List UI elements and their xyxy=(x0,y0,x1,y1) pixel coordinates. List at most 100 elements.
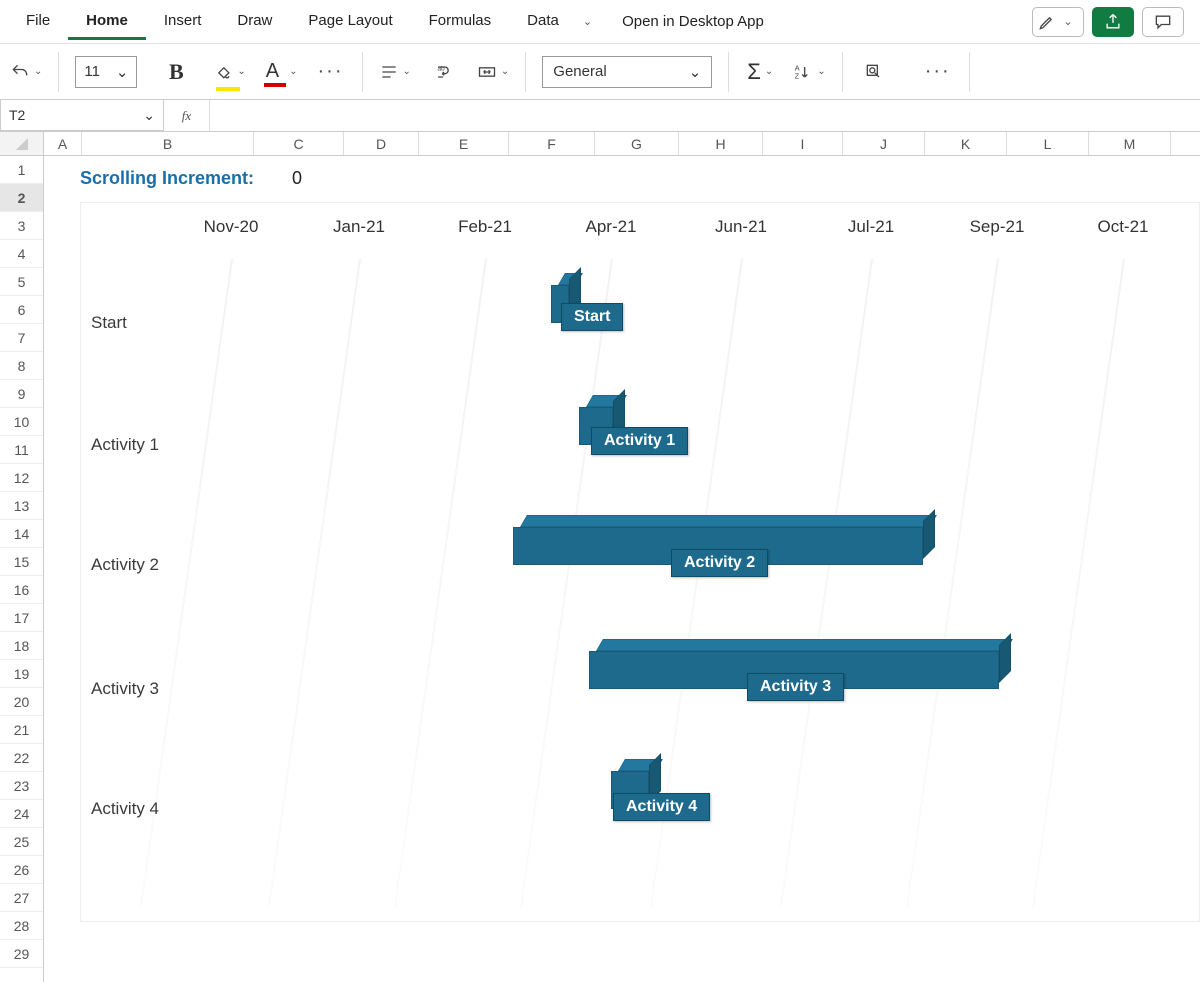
gantt-bar-label: Activity 1 xyxy=(591,427,688,455)
font-size-input[interactable]: 11 ⌄ xyxy=(75,56,137,88)
row-header-29[interactable]: 29 xyxy=(0,940,43,968)
chevron-down-icon[interactable]: ⌄ xyxy=(34,66,42,77)
col-header-I[interactable]: I xyxy=(763,132,843,155)
row-header-5[interactable]: 5 xyxy=(0,268,43,296)
chevron-down-icon[interactable]: ⌄ xyxy=(765,66,773,77)
ribbon-tabs: File Home Insert Draw Page Layout Formul… xyxy=(0,0,1200,44)
row-header-4[interactable]: 4 xyxy=(0,240,43,268)
col-header-A[interactable]: A xyxy=(44,132,82,155)
row-header-24[interactable]: 24 xyxy=(0,800,43,828)
separator xyxy=(58,52,59,92)
fx-label[interactable]: fx xyxy=(164,100,210,131)
col-header-G[interactable]: G xyxy=(595,132,679,155)
more-commands[interactable]: ··· xyxy=(923,55,953,89)
undo-button[interactable]: ⌄ xyxy=(10,55,42,89)
chevron-down-icon[interactable]: ⌄ xyxy=(237,66,245,77)
tab-home[interactable]: Home xyxy=(68,4,146,40)
row-header-8[interactable]: 8 xyxy=(0,352,43,380)
row-header-13[interactable]: 13 xyxy=(0,492,43,520)
row-header-6[interactable]: 6 xyxy=(0,296,43,324)
gantt-bar-label: Activity 3 xyxy=(747,673,844,701)
font-color-button[interactable]: A ⌄ xyxy=(266,55,298,89)
axis-tick-label: Oct-21 xyxy=(1097,217,1148,237)
chevron-down-icon[interactable]: ⌄ xyxy=(116,63,129,81)
row-header-16[interactable]: 16 xyxy=(0,576,43,604)
tab-file[interactable]: File xyxy=(8,4,68,40)
axis-tick-label: Nov-20 xyxy=(204,217,259,237)
find-button[interactable] xyxy=(859,55,889,89)
row-header-15[interactable]: 15 xyxy=(0,548,43,576)
share-button[interactable] xyxy=(1092,7,1134,37)
row-header-1[interactable]: 1 xyxy=(0,156,43,184)
row-header-25[interactable]: 25 xyxy=(0,828,43,856)
chevron-down-icon[interactable]: ⌄ xyxy=(143,107,155,124)
row-header-21[interactable]: 21 xyxy=(0,716,43,744)
ellipsis-icon: ··· xyxy=(925,60,951,83)
row-header-19[interactable]: 19 xyxy=(0,660,43,688)
autosum-button[interactable]: Σ ⌄ xyxy=(745,55,775,89)
chevron-down-icon[interactable]: ⌄ xyxy=(403,66,411,77)
row-header-3[interactable]: 3 xyxy=(0,212,43,240)
chevron-down-icon[interactable]: ⌄ xyxy=(817,66,825,77)
wrap-text-button[interactable]: ab xyxy=(429,55,459,89)
formula-bar-row: T2 ⌄ fx xyxy=(0,100,1200,132)
bold-icon: B xyxy=(169,59,184,85)
row-header-18[interactable]: 18 xyxy=(0,632,43,660)
column-headers: ABCDEFGHIJKLM xyxy=(44,132,1200,156)
row-header-27[interactable]: 27 xyxy=(0,884,43,912)
col-header-D[interactable]: D xyxy=(344,132,419,155)
row-header-22[interactable]: 22 xyxy=(0,744,43,772)
row-header-10[interactable]: 10 xyxy=(0,408,43,436)
tab-page-layout[interactable]: Page Layout xyxy=(290,4,410,40)
row-header-2[interactable]: 2 xyxy=(0,184,43,212)
gantt-bar-label: Activity 4 xyxy=(613,793,710,821)
col-header-J[interactable]: J xyxy=(843,132,925,155)
col-header-H[interactable]: H xyxy=(679,132,763,155)
row-header-12[interactable]: 12 xyxy=(0,464,43,492)
select-all-corner[interactable] xyxy=(0,132,44,156)
gridline xyxy=(394,259,487,907)
ellipsis-icon: ··· xyxy=(318,60,344,83)
tab-formulas[interactable]: Formulas xyxy=(411,4,510,40)
row-header-20[interactable]: 20 xyxy=(0,688,43,716)
col-header-C[interactable]: C xyxy=(254,132,344,155)
row-header-26[interactable]: 26 xyxy=(0,856,43,884)
gridline xyxy=(906,259,999,907)
formula-input[interactable] xyxy=(210,100,1200,131)
wrap-text-icon: ab xyxy=(434,62,454,82)
editing-mode-button[interactable]: ⌄ xyxy=(1032,7,1084,37)
alignment-button[interactable]: ⌄ xyxy=(379,55,411,89)
col-header-K[interactable]: K xyxy=(925,132,1007,155)
name-box[interactable]: T2 ⌄ xyxy=(0,100,164,131)
chevron-down-icon[interactable]: ⌄ xyxy=(289,66,297,77)
comments-button[interactable] xyxy=(1142,7,1184,37)
col-header-F[interactable]: F xyxy=(509,132,595,155)
row-header-17[interactable]: 17 xyxy=(0,604,43,632)
tab-data[interactable]: Data xyxy=(509,4,577,40)
chevron-down-icon[interactable]: ⌄ xyxy=(501,66,509,77)
tab-insert[interactable]: Insert xyxy=(146,4,220,40)
row-header-23[interactable]: 23 xyxy=(0,772,43,800)
row-header-9[interactable]: 9 xyxy=(0,380,43,408)
col-header-L[interactable]: L xyxy=(1007,132,1089,155)
row-header-14[interactable]: 14 xyxy=(0,520,43,548)
worksheet[interactable]: Scrolling Increment: 0 Nov-20Jan-21Feb-2… xyxy=(44,156,1200,982)
tab-draw[interactable]: Draw xyxy=(219,4,290,40)
merge-button[interactable]: ⌄ xyxy=(477,55,509,89)
tabs-overflow-chevron-icon[interactable]: ⌄ xyxy=(577,15,598,28)
row-header-11[interactable]: 11 xyxy=(0,436,43,464)
col-header-M[interactable]: M xyxy=(1089,132,1171,155)
number-format-select[interactable]: General ⌄ xyxy=(542,56,712,88)
fill-color-button[interactable]: ⌄ xyxy=(213,55,245,89)
more-font-options[interactable]: ··· xyxy=(316,55,346,89)
col-header-B[interactable]: B xyxy=(82,132,254,155)
gantt-chart: Nov-20Jan-21Feb-21Apr-21Jun-21Jul-21Sep-… xyxy=(80,202,1200,922)
bold-button[interactable]: B xyxy=(161,55,191,89)
col-header-E[interactable]: E xyxy=(419,132,509,155)
gridline xyxy=(520,259,613,907)
row-header-7[interactable]: 7 xyxy=(0,324,43,352)
pencil-icon xyxy=(1037,12,1057,32)
open-in-desktop-button[interactable]: Open in Desktop App xyxy=(622,13,764,30)
row-header-28[interactable]: 28 xyxy=(0,912,43,940)
sort-filter-button[interactable]: AZ ⌄ xyxy=(793,55,825,89)
